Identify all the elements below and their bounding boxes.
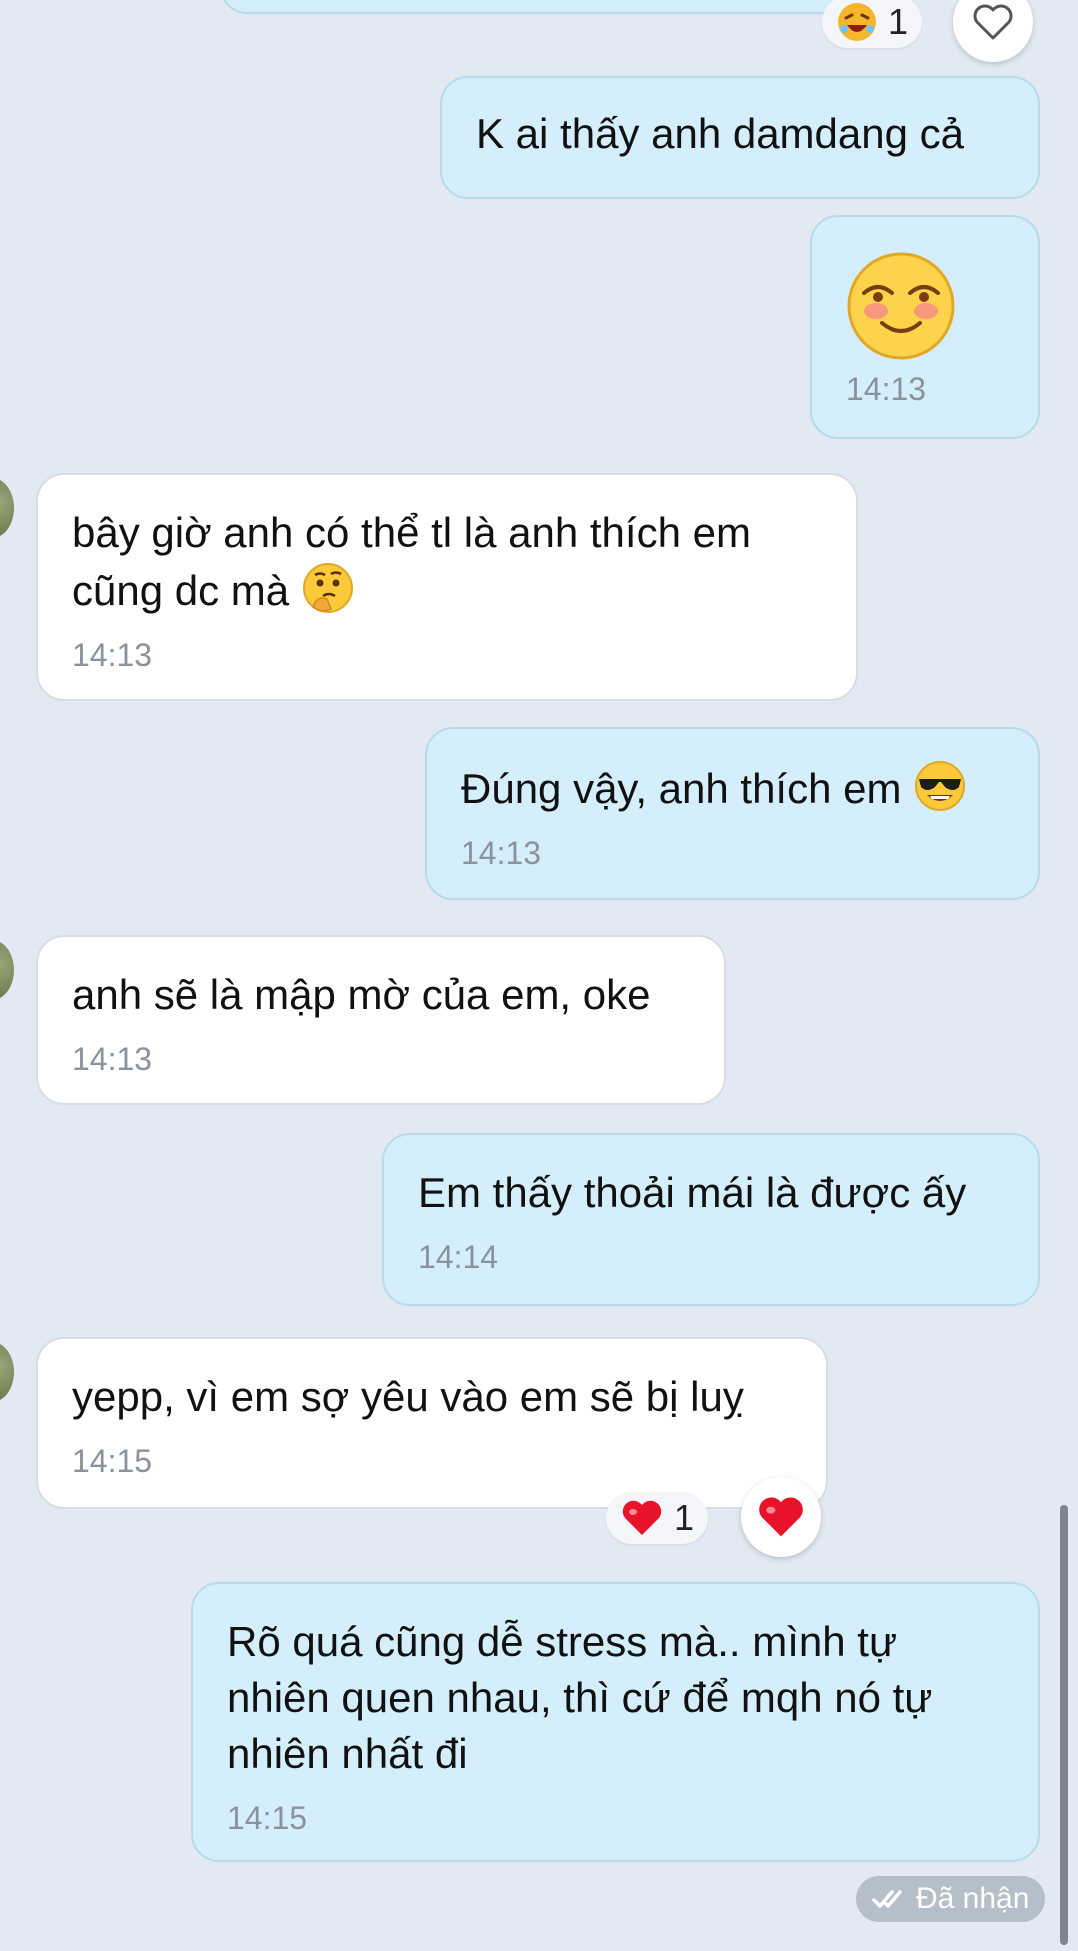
delivery-status-label: Đã nhận [916,1882,1030,1915]
message-time: 14:15 [72,1443,153,1479]
partial-message-bubble[interactable] [220,0,910,14]
message-time: 14:14 [418,1239,499,1275]
thinking-face-emoji [302,563,353,613]
react-button[interactable] [953,0,1033,62]
message-bubble-received[interactable]: anh sẽ là mập mờ của em, oke 14:13 [36,935,726,1105]
blushing-smile-emoji [847,252,955,360]
message-bubble-received[interactable]: bây giờ anh có thể tl là anh thích em cũ… [36,473,858,701]
message-time: 14:13 [846,371,927,407]
message-time: 14:13 [72,1041,153,1077]
avatar[interactable] [0,478,14,538]
message-text: anh sẽ là mập mờ của em, oke [72,971,651,1018]
message-bubble-received[interactable]: yepp, vì em sợ yêu vào em sẽ bị luỵ 14:1… [36,1337,828,1509]
sunglasses-face-emoji [915,761,966,811]
message-text: K ai thấy anh damdang cả [476,110,965,157]
reaction-summary[interactable]: 1 [822,0,923,48]
reaction-count: 1 [674,1497,695,1538]
heart-outline-icon [973,4,1013,40]
reaction-summary[interactable]: 1 [606,1492,709,1544]
message-time: 14:13 [461,835,542,871]
laughing-face-icon [838,3,876,41]
message-text: Em thấy thoải mái là được ấy [418,1169,967,1216]
message-text: yepp, vì em sợ yêu vào em sẽ bị luỵ [72,1373,744,1420]
message-text: Rõ quá cũng dễ stress mà.. mình tự nhiên… [227,1618,933,1777]
heart-icon [622,1500,662,1535]
delivery-status: Đã nhận [856,1876,1046,1922]
message-bubble-sent[interactable]: K ai thấy anh damdang cả [440,76,1040,199]
react-button[interactable] [741,1477,821,1557]
double-check-icon [872,1890,902,1908]
avatar[interactable] [0,940,14,1000]
heart-icon [759,1497,803,1537]
message-time: 14:13 [72,637,153,673]
message-bubble-sent[interactable]: Em thấy thoải mái là được ấy 14:14 [382,1133,1040,1306]
message-text: bây giờ anh có thể tl là anh thích em cũ… [72,509,751,614]
message-bubble-sent[interactable]: Rõ quá cũng dễ stress mà.. mình tự nhiên… [191,1582,1040,1862]
message-bubble-sent-emoji[interactable]: 14:13 [810,215,1040,439]
message-time: 14:15 [227,1800,308,1836]
scrollbar[interactable] [1060,1505,1068,1945]
message-text: Đúng vậy, anh thích em [461,765,902,812]
reaction-count: 1 [888,1,909,42]
avatar[interactable] [0,1342,14,1402]
message-bubble-sent[interactable]: Đúng vậy, anh thích em 14:13 [425,727,1040,900]
